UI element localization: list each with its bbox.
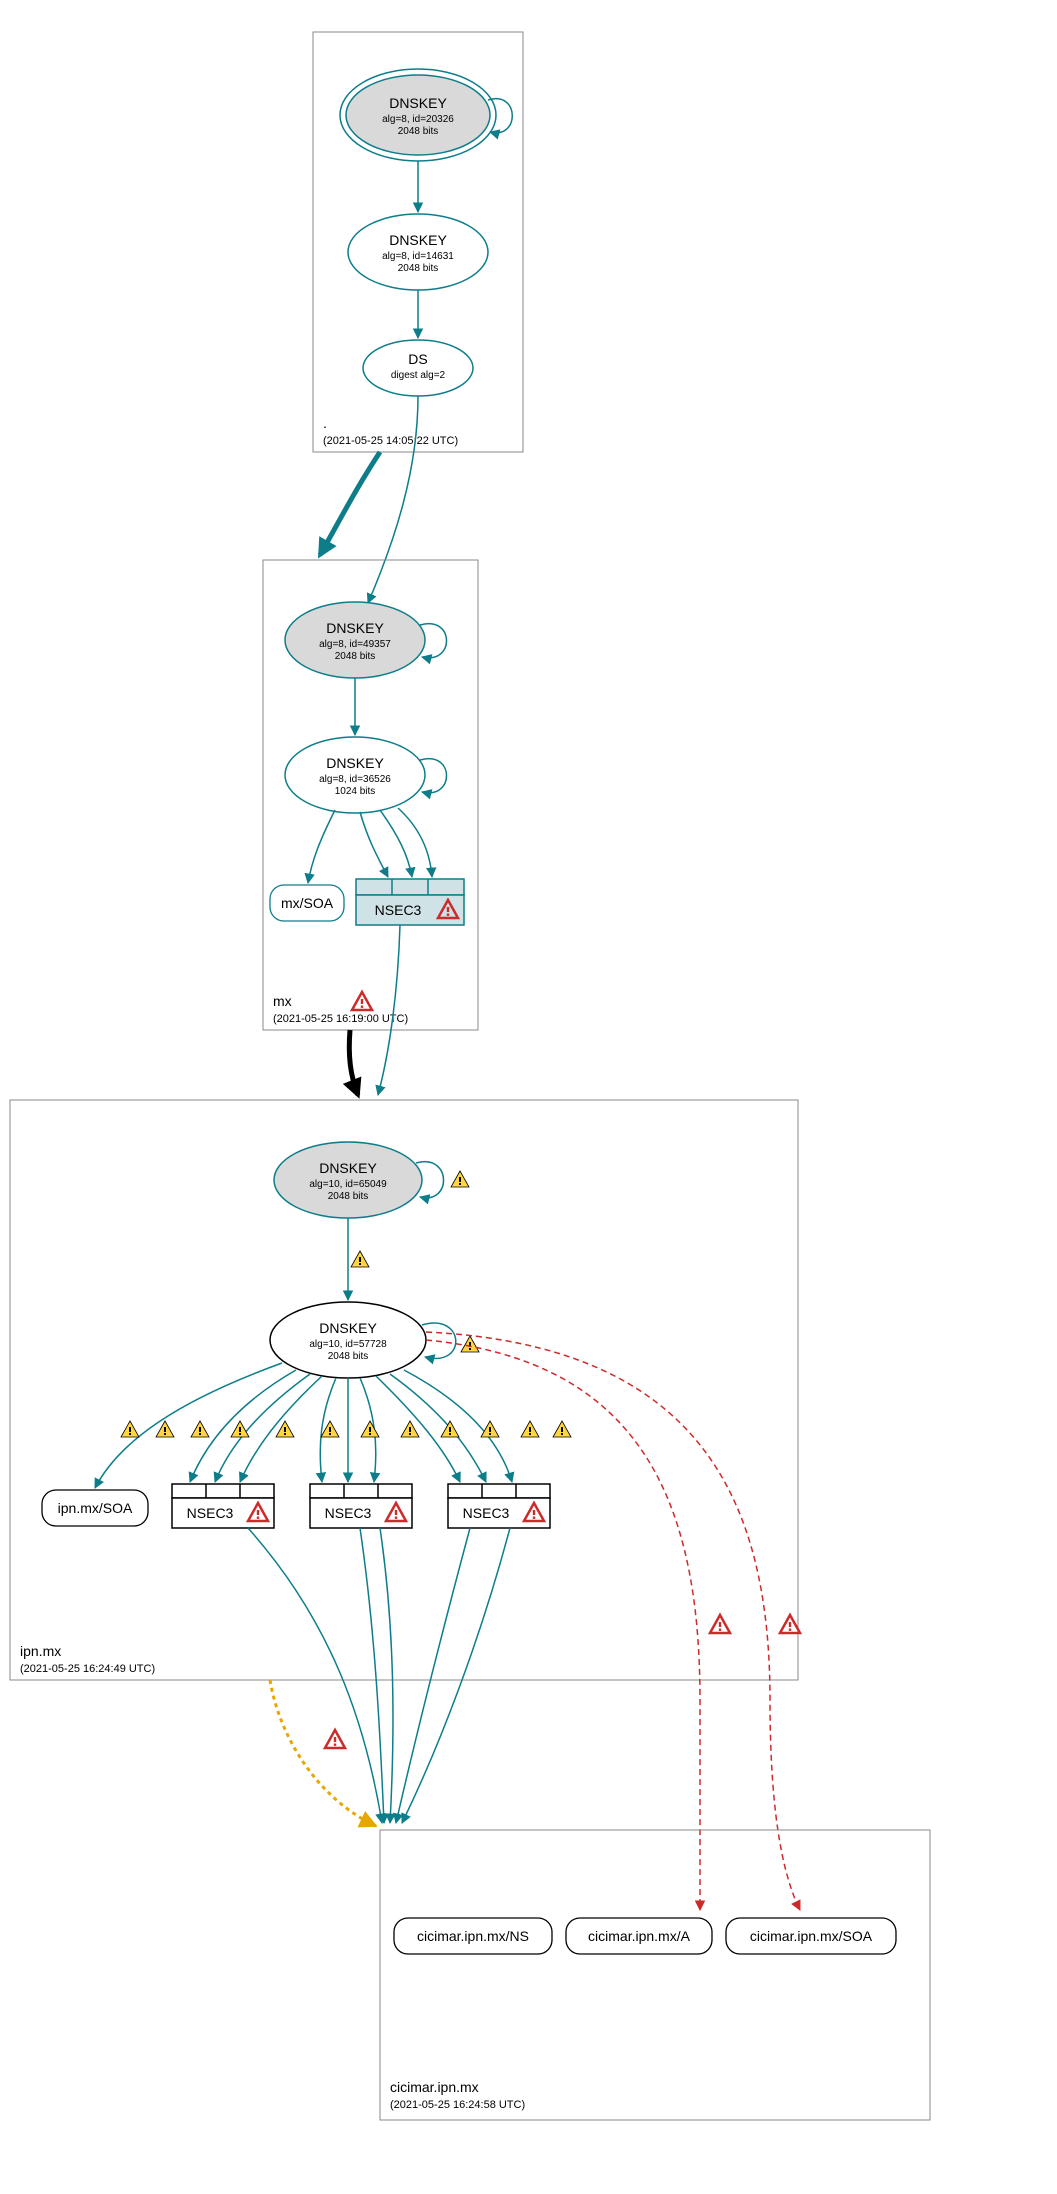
warning-icon — [461, 1336, 479, 1352]
svg-text:cicimar.ipn.mx/A: cicimar.ipn.mx/A — [588, 1928, 691, 1944]
zone-cicimar-name: cicimar.ipn.mx — [390, 2079, 479, 2095]
zone-ipn-ts: (2021-05-25 16:24:49 UTC) — [20, 1663, 155, 1675]
svg-text:2048 bits: 2048 bits — [398, 263, 439, 274]
node-mx-nsec3: NSEC3 — [356, 879, 464, 925]
svg-text:ipn.mx/SOA: ipn.mx/SOA — [58, 1500, 133, 1516]
zone-mx-name: mx — [273, 993, 292, 1009]
node-root-zsk: DNSKEY alg=8, id=14631 2048 bits — [348, 214, 488, 290]
svg-text:DNSKEY: DNSKEY — [389, 95, 447, 111]
warning-icon — [352, 992, 372, 1010]
node-ipn-soa: ipn.mx/SOA — [42, 1490, 148, 1526]
node-cic-a: cicimar.ipn.mx/A — [566, 1918, 712, 1954]
zone-root-name: . — [323, 415, 327, 431]
warning-icon — [351, 1251, 369, 1267]
svg-text:mx/SOA: mx/SOA — [281, 895, 334, 911]
node-ipn-nsec3-c: NSEC3 — [448, 1484, 550, 1528]
svg-text:NSEC3: NSEC3 — [463, 1505, 510, 1521]
svg-text:DNSKEY: DNSKEY — [319, 1320, 377, 1336]
zone-mx-ts: (2021-05-25 16:19:00 UTC) — [273, 1013, 408, 1025]
svg-text:2048 bits: 2048 bits — [328, 1191, 369, 1202]
node-cic-soa: cicimar.ipn.mx/SOA — [726, 1918, 896, 1954]
warning-icon — [710, 1615, 730, 1633]
node-cic-ns: cicimar.ipn.mx/NS — [394, 1918, 552, 1954]
svg-text:alg=10, id=65049: alg=10, id=65049 — [309, 1179, 387, 1190]
zone-cicimar-ts: (2021-05-25 16:24:58 UTC) — [390, 2099, 525, 2111]
node-mx-zsk: DNSKEY alg=8, id=36526 1024 bits — [285, 737, 425, 813]
svg-text:cicimar.ipn.mx/SOA: cicimar.ipn.mx/SOA — [750, 1928, 873, 1944]
zone-root-ts: (2021-05-25 14:05:22 UTC) — [323, 435, 458, 447]
node-mx-ksk: DNSKEY alg=8, id=49357 2048 bits — [285, 602, 425, 678]
svg-text:2048 bits: 2048 bits — [398, 126, 439, 137]
dnssec-graph: . (2021-05-25 14:05:22 UTC) DNSKEY alg=8… — [0, 0, 1057, 2194]
svg-text:DNSKEY: DNSKEY — [389, 232, 447, 248]
zone-root: . (2021-05-25 14:05:22 UTC) DNSKEY alg=8… — [313, 32, 523, 452]
warning-icon — [780, 1615, 800, 1633]
svg-text:1024 bits: 1024 bits — [335, 786, 376, 797]
svg-text:NSEC3: NSEC3 — [375, 902, 422, 918]
svg-text:digest alg=2: digest alg=2 — [391, 370, 446, 381]
zone-ipn-name: ipn.mx — [20, 1643, 61, 1659]
node-mx-soa: mx/SOA — [270, 885, 344, 921]
svg-text:cicimar.ipn.mx/NS: cicimar.ipn.mx/NS — [417, 1928, 529, 1944]
svg-text:alg=8, id=49357: alg=8, id=49357 — [319, 639, 391, 650]
svg-text:2048 bits: 2048 bits — [335, 651, 376, 662]
node-ipn-nsec3-b: NSEC3 — [310, 1484, 412, 1528]
svg-text:NSEC3: NSEC3 — [187, 1505, 234, 1521]
node-root-ds: DS digest alg=2 — [363, 340, 473, 396]
svg-text:NSEC3: NSEC3 — [325, 1505, 372, 1521]
warning-icon — [451, 1171, 469, 1187]
svg-text:alg=10, id=57728: alg=10, id=57728 — [309, 1339, 387, 1350]
svg-text:alg=8, id=36526: alg=8, id=36526 — [319, 774, 391, 785]
svg-text:2048 bits: 2048 bits — [328, 1351, 369, 1362]
node-ipn-ksk: DNSKEY alg=10, id=65049 2048 bits — [274, 1142, 422, 1218]
svg-text:alg=8, id=14631: alg=8, id=14631 — [382, 251, 454, 262]
warning-icon — [325, 1730, 345, 1748]
node-root-ksk: DNSKEY alg=8, id=20326 2048 bits — [340, 69, 496, 161]
node-ipn-zsk: DNSKEY alg=10, id=57728 2048 bits — [270, 1302, 426, 1378]
zone-ipn: ipn.mx (2021-05-25 16:24:49 UTC) DNSKEY … — [10, 1100, 798, 1680]
zone-cicimar: cicimar.ipn.mx (2021-05-25 16:24:58 UTC)… — [380, 1830, 930, 2120]
svg-text:DNSKEY: DNSKEY — [319, 1160, 377, 1176]
svg-text:DNSKEY: DNSKEY — [326, 755, 384, 771]
zone-mx: mx (2021-05-25 16:19:00 UTC) DNSKEY alg=… — [263, 560, 478, 1030]
svg-text:alg=8, id=20326: alg=8, id=20326 — [382, 114, 454, 125]
svg-text:DNSKEY: DNSKEY — [326, 620, 384, 636]
svg-text:DS: DS — [408, 351, 427, 367]
node-ipn-nsec3-a: NSEC3 — [172, 1484, 274, 1528]
